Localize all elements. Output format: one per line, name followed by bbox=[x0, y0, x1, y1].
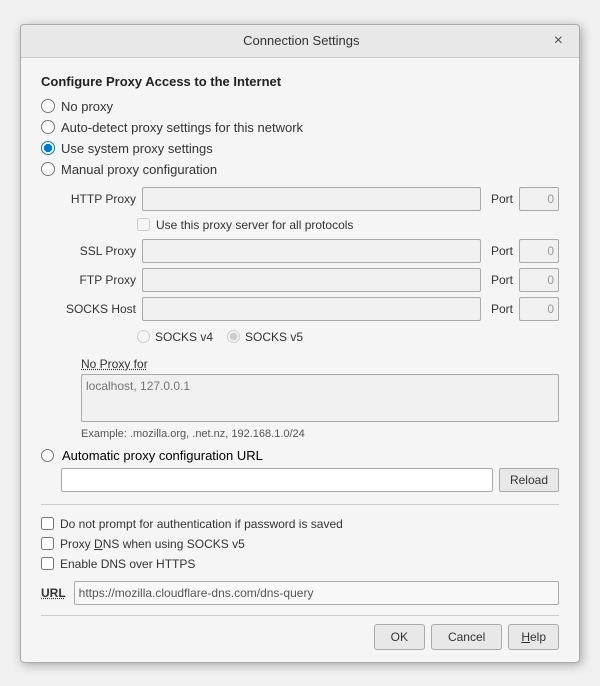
radio-use-system[interactable]: Use system proxy settings bbox=[41, 141, 559, 156]
proxy-radio-group: No proxy Auto-detect proxy settings for … bbox=[41, 99, 559, 177]
socks-port-input[interactable] bbox=[519, 297, 559, 321]
radio-manual[interactable]: Manual proxy configuration bbox=[41, 162, 559, 177]
radio-auto-detect-input[interactable] bbox=[41, 120, 55, 134]
proxy-dns-label: Proxy DNS when using SOCKS v5 bbox=[60, 537, 245, 551]
auto-proxy-label-row: Automatic proxy configuration URL bbox=[41, 448, 559, 463]
http-proxy-row: HTTP Proxy Port bbox=[61, 187, 559, 211]
radio-manual-label: Manual proxy configuration bbox=[61, 162, 217, 177]
ssl-proxy-row: SSL Proxy Port bbox=[61, 239, 559, 263]
radio-auto-detect-label: Auto-detect proxy settings for this netw… bbox=[61, 120, 303, 135]
ftp-proxy-input[interactable] bbox=[142, 268, 481, 292]
no-proxy-example: Example: .mozilla.org, .net.nz, 192.168.… bbox=[81, 428, 559, 440]
ok-button[interactable]: OK bbox=[374, 624, 425, 650]
all-protocols-label: Use this proxy server for all protocols bbox=[156, 218, 353, 232]
auto-proxy-url-input[interactable] bbox=[61, 468, 493, 492]
socks5-radio[interactable] bbox=[227, 330, 240, 343]
dns-https-checkbox[interactable] bbox=[41, 557, 54, 570]
http-port-label: Port bbox=[491, 192, 513, 206]
dialog-body: Configure Proxy Access to the Internet N… bbox=[21, 58, 579, 662]
all-protocols-checkbox[interactable] bbox=[137, 218, 150, 231]
radio-no-proxy-label: No proxy bbox=[61, 99, 113, 114]
ftp-proxy-label: FTP Proxy bbox=[61, 273, 136, 287]
dns-https-label: Enable DNS over HTTPS bbox=[60, 557, 195, 571]
no-auth-prompt-row: Do not prompt for authentication if pass… bbox=[41, 517, 559, 531]
connection-settings-dialog: Connection Settings × Configure Proxy Ac… bbox=[20, 24, 580, 663]
ftp-proxy-row: FTP Proxy Port bbox=[61, 268, 559, 292]
socks5-option[interactable]: SOCKS v5 bbox=[227, 330, 303, 344]
ftp-port-input[interactable] bbox=[519, 268, 559, 292]
section-heading: Configure Proxy Access to the Internet bbox=[41, 74, 559, 89]
close-button[interactable]: × bbox=[550, 33, 567, 49]
cancel-button[interactable]: Cancel bbox=[431, 624, 502, 650]
ssl-port-label: Port bbox=[491, 244, 513, 258]
socks-port-label: Port bbox=[491, 302, 513, 316]
socks-version-row: SOCKS v4 SOCKS v5 bbox=[137, 330, 559, 344]
no-auth-checkbox[interactable] bbox=[41, 517, 54, 530]
http-port-input[interactable] bbox=[519, 187, 559, 211]
title-bar: Connection Settings × bbox=[21, 25, 579, 58]
no-auth-label: Do not prompt for authentication if pass… bbox=[60, 517, 343, 531]
dns-over-https-row: Enable DNS over HTTPS bbox=[41, 557, 559, 571]
radio-use-system-label: Use system proxy settings bbox=[61, 141, 213, 156]
all-protocols-row: Use this proxy server for all protocols bbox=[137, 218, 559, 232]
radio-use-system-input[interactable] bbox=[41, 141, 55, 155]
button-row: OK Cancel Help bbox=[41, 615, 559, 650]
ssl-proxy-input[interactable] bbox=[142, 239, 481, 263]
auto-proxy-input-row: Reload bbox=[61, 468, 559, 492]
auto-proxy-label: Automatic proxy configuration URL bbox=[62, 448, 263, 463]
bottom-checkboxes: Do not prompt for authentication if pass… bbox=[41, 517, 559, 571]
ssl-port-input[interactable] bbox=[519, 239, 559, 263]
dns-url-input[interactable] bbox=[74, 581, 559, 605]
divider bbox=[41, 504, 559, 505]
socks-host-label: SOCKS Host bbox=[61, 302, 136, 316]
socks4-option[interactable]: SOCKS v4 bbox=[137, 330, 213, 344]
socks5-label: SOCKS v5 bbox=[245, 330, 303, 344]
ftp-port-label: Port bbox=[491, 273, 513, 287]
auto-proxy-radio[interactable] bbox=[41, 449, 54, 462]
radio-no-proxy-input[interactable] bbox=[41, 99, 55, 113]
radio-auto-detect[interactable]: Auto-detect proxy settings for this netw… bbox=[41, 120, 559, 135]
reload-button[interactable]: Reload bbox=[499, 468, 559, 492]
no-proxy-label: No Proxy for bbox=[81, 357, 559, 371]
dns-url-label: URL bbox=[41, 586, 66, 600]
socks4-radio[interactable] bbox=[137, 330, 150, 343]
socks-host-input[interactable] bbox=[142, 297, 481, 321]
proxy-fields-section: HTTP Proxy Port Use this proxy server fo… bbox=[61, 187, 559, 440]
radio-manual-input[interactable] bbox=[41, 162, 55, 176]
proxy-dns-row: Proxy DNS when using SOCKS v5 bbox=[41, 537, 559, 551]
socks4-label: SOCKS v4 bbox=[155, 330, 213, 344]
http-proxy-input[interactable] bbox=[142, 187, 481, 211]
no-proxy-section: No Proxy for Example: .mozilla.org, .net… bbox=[81, 357, 559, 440]
auto-proxy-section: Automatic proxy configuration URL Reload bbox=[41, 448, 559, 492]
socks-host-row: SOCKS Host Port bbox=[61, 297, 559, 321]
help-button[interactable]: Help bbox=[508, 624, 559, 650]
dialog-title: Connection Settings bbox=[53, 33, 550, 48]
dns-url-row: URL bbox=[41, 581, 559, 605]
proxy-dns-checkbox[interactable] bbox=[41, 537, 54, 550]
ssl-proxy-label: SSL Proxy bbox=[61, 244, 136, 258]
no-proxy-textarea[interactable] bbox=[81, 374, 559, 422]
radio-no-proxy[interactable]: No proxy bbox=[41, 99, 559, 114]
http-proxy-label: HTTP Proxy bbox=[61, 192, 136, 206]
